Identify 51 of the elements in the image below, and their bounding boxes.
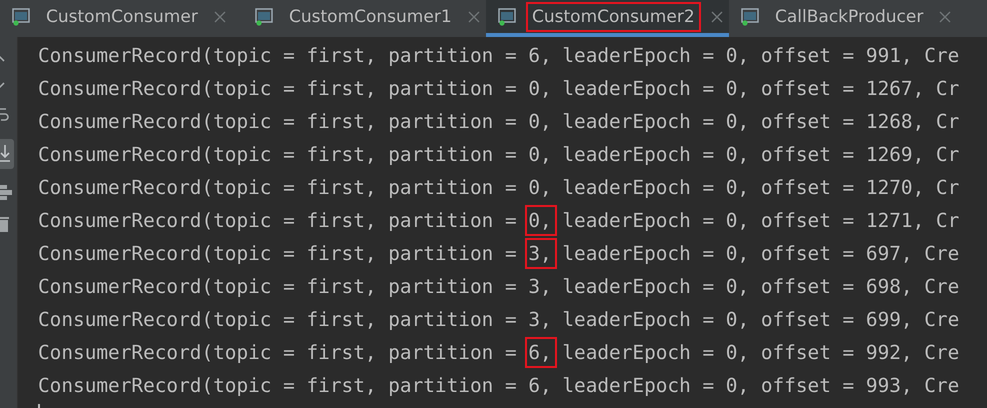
- tab-label: CustomConsumer2: [526, 2, 701, 32]
- scroll-to-end-icon[interactable]: [0, 139, 14, 169]
- console-window-icon: [12, 8, 32, 26]
- console-text: leaderEpoch = 0, offset = 698, Cre: [561, 275, 960, 298]
- console-text: ConsumerRecord(topic = first, partition =: [38, 308, 518, 331]
- console-text: leaderEpoch = 0, offset = 1270, Cr: [561, 176, 960, 199]
- console-text: leaderEpoch = 0, offset = 699, Cre: [561, 308, 960, 331]
- tab-label: CallBackProducer: [774, 6, 924, 28]
- partition-value: 0,: [527, 142, 553, 168]
- close-icon[interactable]: [214, 10, 226, 22]
- console-text: leaderEpoch = 0, offset = 1267, Cr: [561, 77, 960, 100]
- partition-value: 0,: [527, 108, 553, 135]
- console-text: ConsumerRecord(topic = first, partition =: [38, 110, 518, 133]
- close-icon[interactable]: [710, 10, 723, 22]
- partition-value: 6,: [527, 372, 553, 399]
- partition-value: 6,: [527, 42, 553, 69]
- console-text: ConsumerRecord(topic = first, partition =: [38, 209, 518, 232]
- console-text: leaderEpoch = 0, offset = 1268, Cr: [561, 110, 960, 133]
- tab-label: CustomConsumer: [45, 6, 199, 28]
- console-text: leaderEpoch = 0, offset = 992, Cre: [561, 341, 960, 364]
- console-text: leaderEpoch = 0, offset = 1271, Cr: [561, 209, 960, 232]
- console-text: ConsumerRecord(topic = first, partition =: [38, 44, 518, 67]
- close-icon[interactable]: [468, 10, 480, 22]
- console-text: ConsumerRecord(topic = first, partition =: [38, 341, 518, 364]
- partition-value: 6,: [525, 336, 557, 368]
- partition-value: 0,: [527, 76, 553, 102]
- console-text: leaderEpoch = 0, offset = 1269, Cr: [561, 143, 960, 166]
- console-text: leaderEpoch = 0, offset = 993, Cre: [561, 374, 960, 397]
- partition-value: 0,: [525, 204, 557, 236]
- console-window-icon: [498, 8, 518, 26]
- console-tab[interactable]: CustomConsumer1: [243, 0, 486, 37]
- console-tab[interactable]: CustomConsumer2: [486, 0, 729, 37]
- partition-value: 3,: [525, 238, 557, 270]
- console-text: leaderEpoch = 0, offset = 697, Cre: [561, 242, 960, 265]
- console-tab[interactable]: CustomConsumer: [0, 0, 243, 37]
- console-window-icon: [255, 8, 275, 26]
- partition-value: 0,: [527, 174, 553, 201]
- console-text: ConsumerRecord(topic = first, partition =: [38, 242, 518, 265]
- console-tab[interactable]: CallBackProducer: [729, 0, 987, 37]
- partition-value: 3,: [527, 306, 553, 333]
- console-text: leaderEpoch = 0, offset = 991, Cre: [561, 44, 960, 67]
- tab-label: CustomConsumer1: [288, 6, 453, 28]
- partition-value: 3,: [527, 274, 553, 300]
- console-text: ConsumerRecord(topic = first, partition =: [38, 374, 518, 397]
- console-text: ConsumerRecord(topic = first, partition =: [38, 275, 518, 298]
- console-window-icon: [741, 8, 761, 26]
- console-text: ConsumerRecord(topic = first, partition =: [38, 77, 518, 100]
- console-text: ConsumerRecord(topic = first, partition =: [38, 176, 518, 199]
- print-icon[interactable]: [0, 183, 14, 201]
- close-icon[interactable]: [939, 10, 952, 22]
- console-text: ConsumerRecord(topic = first, partition =: [38, 143, 518, 166]
